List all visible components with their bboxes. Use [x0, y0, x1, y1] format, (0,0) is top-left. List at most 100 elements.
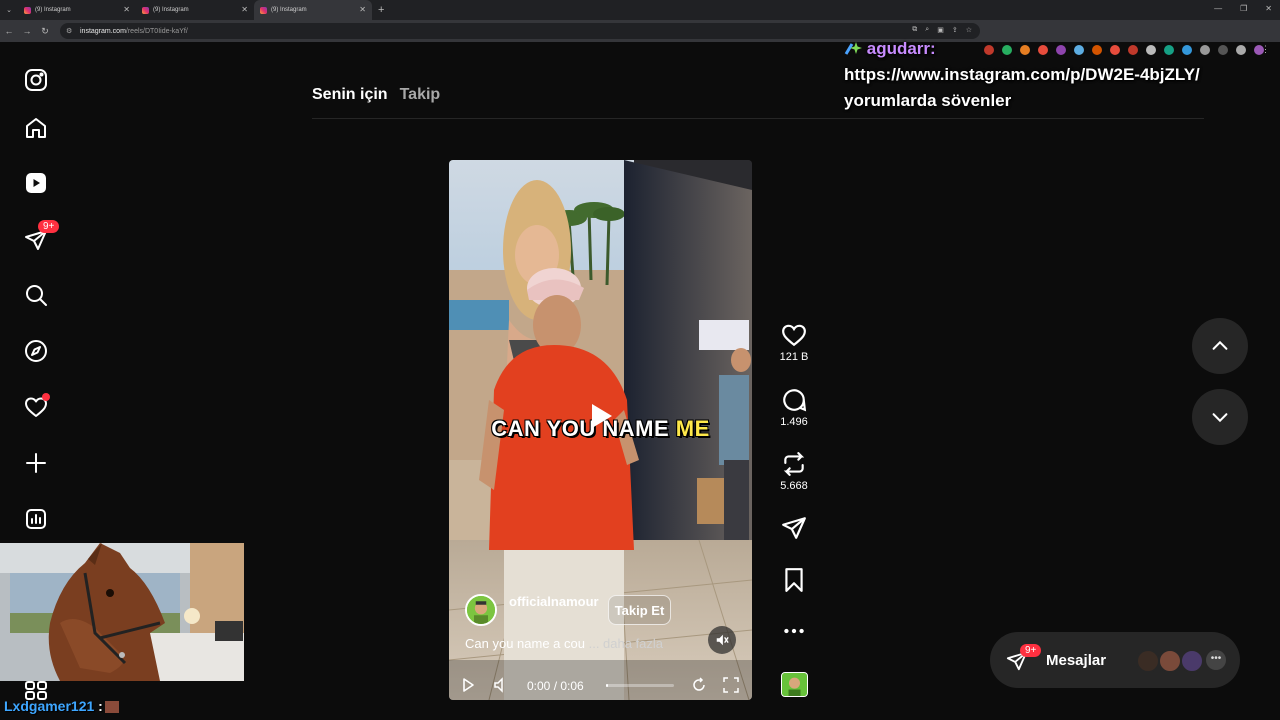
more-menu-icon[interactable] [24, 680, 48, 700]
extensions-puzzle-icon[interactable] [1200, 45, 1210, 55]
avatar [1158, 649, 1182, 673]
close-window-icon[interactable]: ✕ [1265, 4, 1272, 13]
chevron-up-icon [1212, 340, 1228, 350]
forward-icon[interactable]: → [18, 26, 36, 36]
time-total: 0:06 [560, 679, 584, 693]
like-count: 121 B [779, 351, 809, 363]
author-username[interactable]: officialnamour [509, 594, 599, 610]
more-dots-icon[interactable] [781, 618, 807, 644]
next-reel-button[interactable] [1192, 389, 1248, 445]
more-dots-icon: ••• [1206, 650, 1226, 670]
tab-title: (9) Instagram [35, 7, 71, 13]
feed-tabs: Senin için Takip [312, 86, 440, 104]
repost-icon[interactable] [781, 451, 807, 477]
comment-action[interactable]: 1.496 [776, 387, 812, 428]
install-icon[interactable]: ▣ [937, 26, 944, 34]
minimize-icon[interactable]: — [1214, 4, 1222, 13]
divider [312, 118, 1204, 119]
share-icon[interactable] [781, 515, 807, 541]
bookmark-star-icon[interactable]: ☆ [966, 26, 972, 34]
time-separator: / [550, 679, 561, 693]
author-avatar[interactable] [465, 594, 497, 626]
play-icon[interactable] [580, 396, 620, 436]
sidebar-toggle-icon[interactable] [1218, 45, 1228, 55]
close-tab-icon[interactable]: ✕ [359, 5, 366, 14]
previous-reel-button[interactable] [1192, 318, 1248, 374]
volume-icon[interactable] [492, 677, 508, 693]
zoom-icon[interactable]: ⌕ [925, 26, 929, 34]
search-icon[interactable] [22, 281, 50, 309]
url-field[interactable]: ⚙ instagram.com/reels/DT0Iide-kaYf/ ⧉ ⌕ … [60, 23, 980, 39]
tab-following[interactable]: Takip [400, 86, 441, 104]
browser-tab[interactable]: (9) Instagram ✕ [136, 0, 254, 20]
close-tab-icon[interactable]: ✕ [241, 5, 248, 14]
avatar [1136, 649, 1160, 673]
overlay-header: agudarr: [844, 36, 1200, 62]
play-small-icon[interactable] [460, 677, 476, 693]
replay-icon[interactable] [691, 677, 707, 693]
dashboard-icon[interactable] [22, 505, 50, 533]
comment-icon[interactable] [781, 387, 807, 413]
notification-dot [42, 393, 50, 401]
reload-icon[interactable]: ↻ [36, 26, 54, 37]
window-controls: — ❐ ✕ [1214, 4, 1272, 13]
video-progress-bar[interactable] [606, 684, 674, 687]
comment-count: 1.496 [780, 416, 808, 428]
avatar [1180, 649, 1204, 673]
translate-icon[interactable]: ⧉ [912, 26, 917, 34]
tab-for-you[interactable]: Senin için [312, 86, 388, 104]
explore-icon[interactable] [22, 337, 50, 365]
messages-icon[interactable]: 9+ [22, 220, 60, 254]
share-action[interactable] [776, 515, 812, 541]
home-icon[interactable] [22, 114, 50, 142]
notifications-icon[interactable] [22, 393, 50, 421]
chevron-down-icon [1212, 413, 1228, 423]
caption-highlight: ME [675, 416, 710, 441]
messages-label: Mesajlar [1046, 652, 1107, 669]
overlay-username: agudarr: [866, 39, 936, 58]
reel-author: officialnamour [465, 594, 599, 626]
downloads-icon[interactable] [1236, 45, 1246, 55]
more-link[interactable]: ... daha fazla [589, 636, 663, 651]
browser-tab[interactable]: (9) Instagram ✕ [18, 0, 136, 20]
bookmark-icon[interactable] [781, 567, 807, 593]
webcam-feed-image [0, 543, 244, 681]
instagram-favicon-icon [260, 6, 267, 14]
browser-tab-active[interactable]: (9) Instagram ✕ [254, 0, 372, 20]
instagram-logo-icon[interactable] [22, 66, 50, 94]
messages-badge: 9+ [1020, 644, 1042, 657]
follow-button[interactable]: Takip Et [608, 595, 671, 625]
reels-icon[interactable] [22, 169, 50, 197]
fullscreen-icon[interactable] [723, 677, 739, 693]
close-tab-icon[interactable]: ✕ [123, 5, 130, 14]
site-info-icon[interactable]: ⚙ [66, 27, 74, 35]
repost-action[interactable]: 5.668 [776, 451, 812, 492]
chat-colon: : [94, 698, 103, 714]
overlay-line: https://www.instagram.com/p/DW2E-4bjZLY/ [844, 65, 1200, 84]
chat-emote-icon [104, 701, 119, 713]
maximize-icon[interactable]: ❐ [1240, 4, 1247, 13]
like-action[interactable]: 121 B [776, 322, 812, 363]
save-action[interactable] [776, 567, 812, 593]
progress-fill [606, 684, 609, 687]
heart-icon[interactable] [781, 322, 807, 348]
tab-search-icon[interactable]: ⌄ [0, 6, 18, 14]
share-icon[interactable]: ⇪ [952, 26, 958, 34]
messages-badge: 9+ [38, 220, 60, 233]
omnibox-actions: ⧉ ⌕ ▣ ⇪ ☆ [912, 26, 972, 34]
create-icon[interactable] [22, 449, 50, 477]
time-current: 0:00 [527, 679, 551, 693]
url-path: /reels/DT0Iide-kaYf/ [125, 27, 188, 35]
messages-button[interactable]: 9+ Mesajlar ••• [990, 632, 1240, 688]
video-time: 0:00 / 0:06 [527, 679, 584, 693]
mute-button[interactable] [708, 626, 736, 654]
audio-thumbnail[interactable] [781, 672, 808, 697]
new-tab-button[interactable]: + [378, 4, 384, 16]
instagram-favicon-icon [24, 6, 31, 14]
browser-tab-bar: ⌄ (9) Instagram ✕ (9) Instagram ✕ (9) Inst… [0, 0, 1280, 20]
reel-description[interactable]: Can you name a cou ... daha fazla [465, 636, 663, 651]
browser-menu-icon[interactable]: ⋮ [1261, 44, 1270, 55]
more-action[interactable] [776, 618, 812, 644]
repost-count: 5.668 [780, 480, 808, 492]
back-icon[interactable]: ← [0, 26, 18, 36]
